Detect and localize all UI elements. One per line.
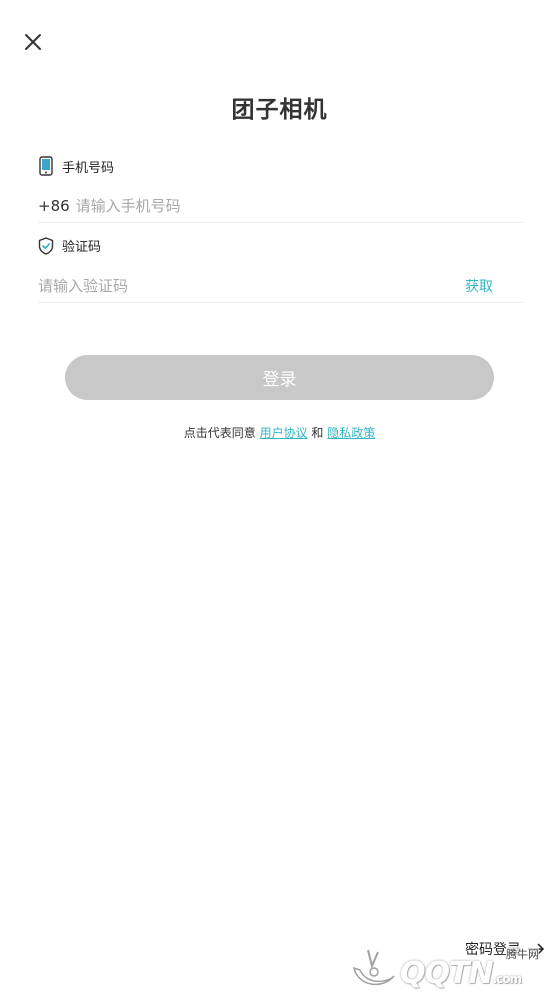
watermark-suffix: .com [492, 972, 522, 986]
phone-icon [39, 156, 53, 176]
code-input[interactable] [38, 277, 465, 295]
agreement-and: 和 [311, 426, 324, 440]
shield-check-icon [38, 236, 54, 255]
close-icon [25, 34, 41, 50]
page-title: 团子相机 [231, 97, 328, 123]
country-code[interactable]: +86 [38, 197, 70, 215]
code-input-row: 获取 [38, 270, 523, 303]
watermark-logo-icon [352, 949, 395, 986]
agreement-prefix: 点击代表同意 [183, 426, 256, 440]
watermark-text: QQTN.com [400, 956, 522, 991]
login-button[interactable]: 登录 [65, 355, 494, 400]
agreement-text: 点击代表同意 用户协议 和 隐私政策 [0, 424, 559, 441]
privacy-policy-link[interactable]: 隐私政策 [327, 426, 375, 440]
close-button[interactable] [22, 31, 44, 53]
phone-label-row: 手机号码 [38, 156, 114, 176]
watermark-cn: 腾牛网 [506, 946, 539, 962]
phone-input-row: +86 [38, 190, 523, 223]
phone-label: 手机号码 [62, 160, 115, 176]
watermark-brand: QQTN [400, 956, 494, 991]
user-agreement-link[interactable]: 用户协议 [260, 426, 308, 440]
watermark: QQTN.com 腾牛网 [348, 944, 559, 995]
get-code-button[interactable]: 获取 [465, 276, 493, 296]
code-label: 验证码 [62, 240, 102, 255]
code-label-row: 验证码 [38, 236, 101, 255]
phone-input[interactable] [75, 197, 523, 215]
